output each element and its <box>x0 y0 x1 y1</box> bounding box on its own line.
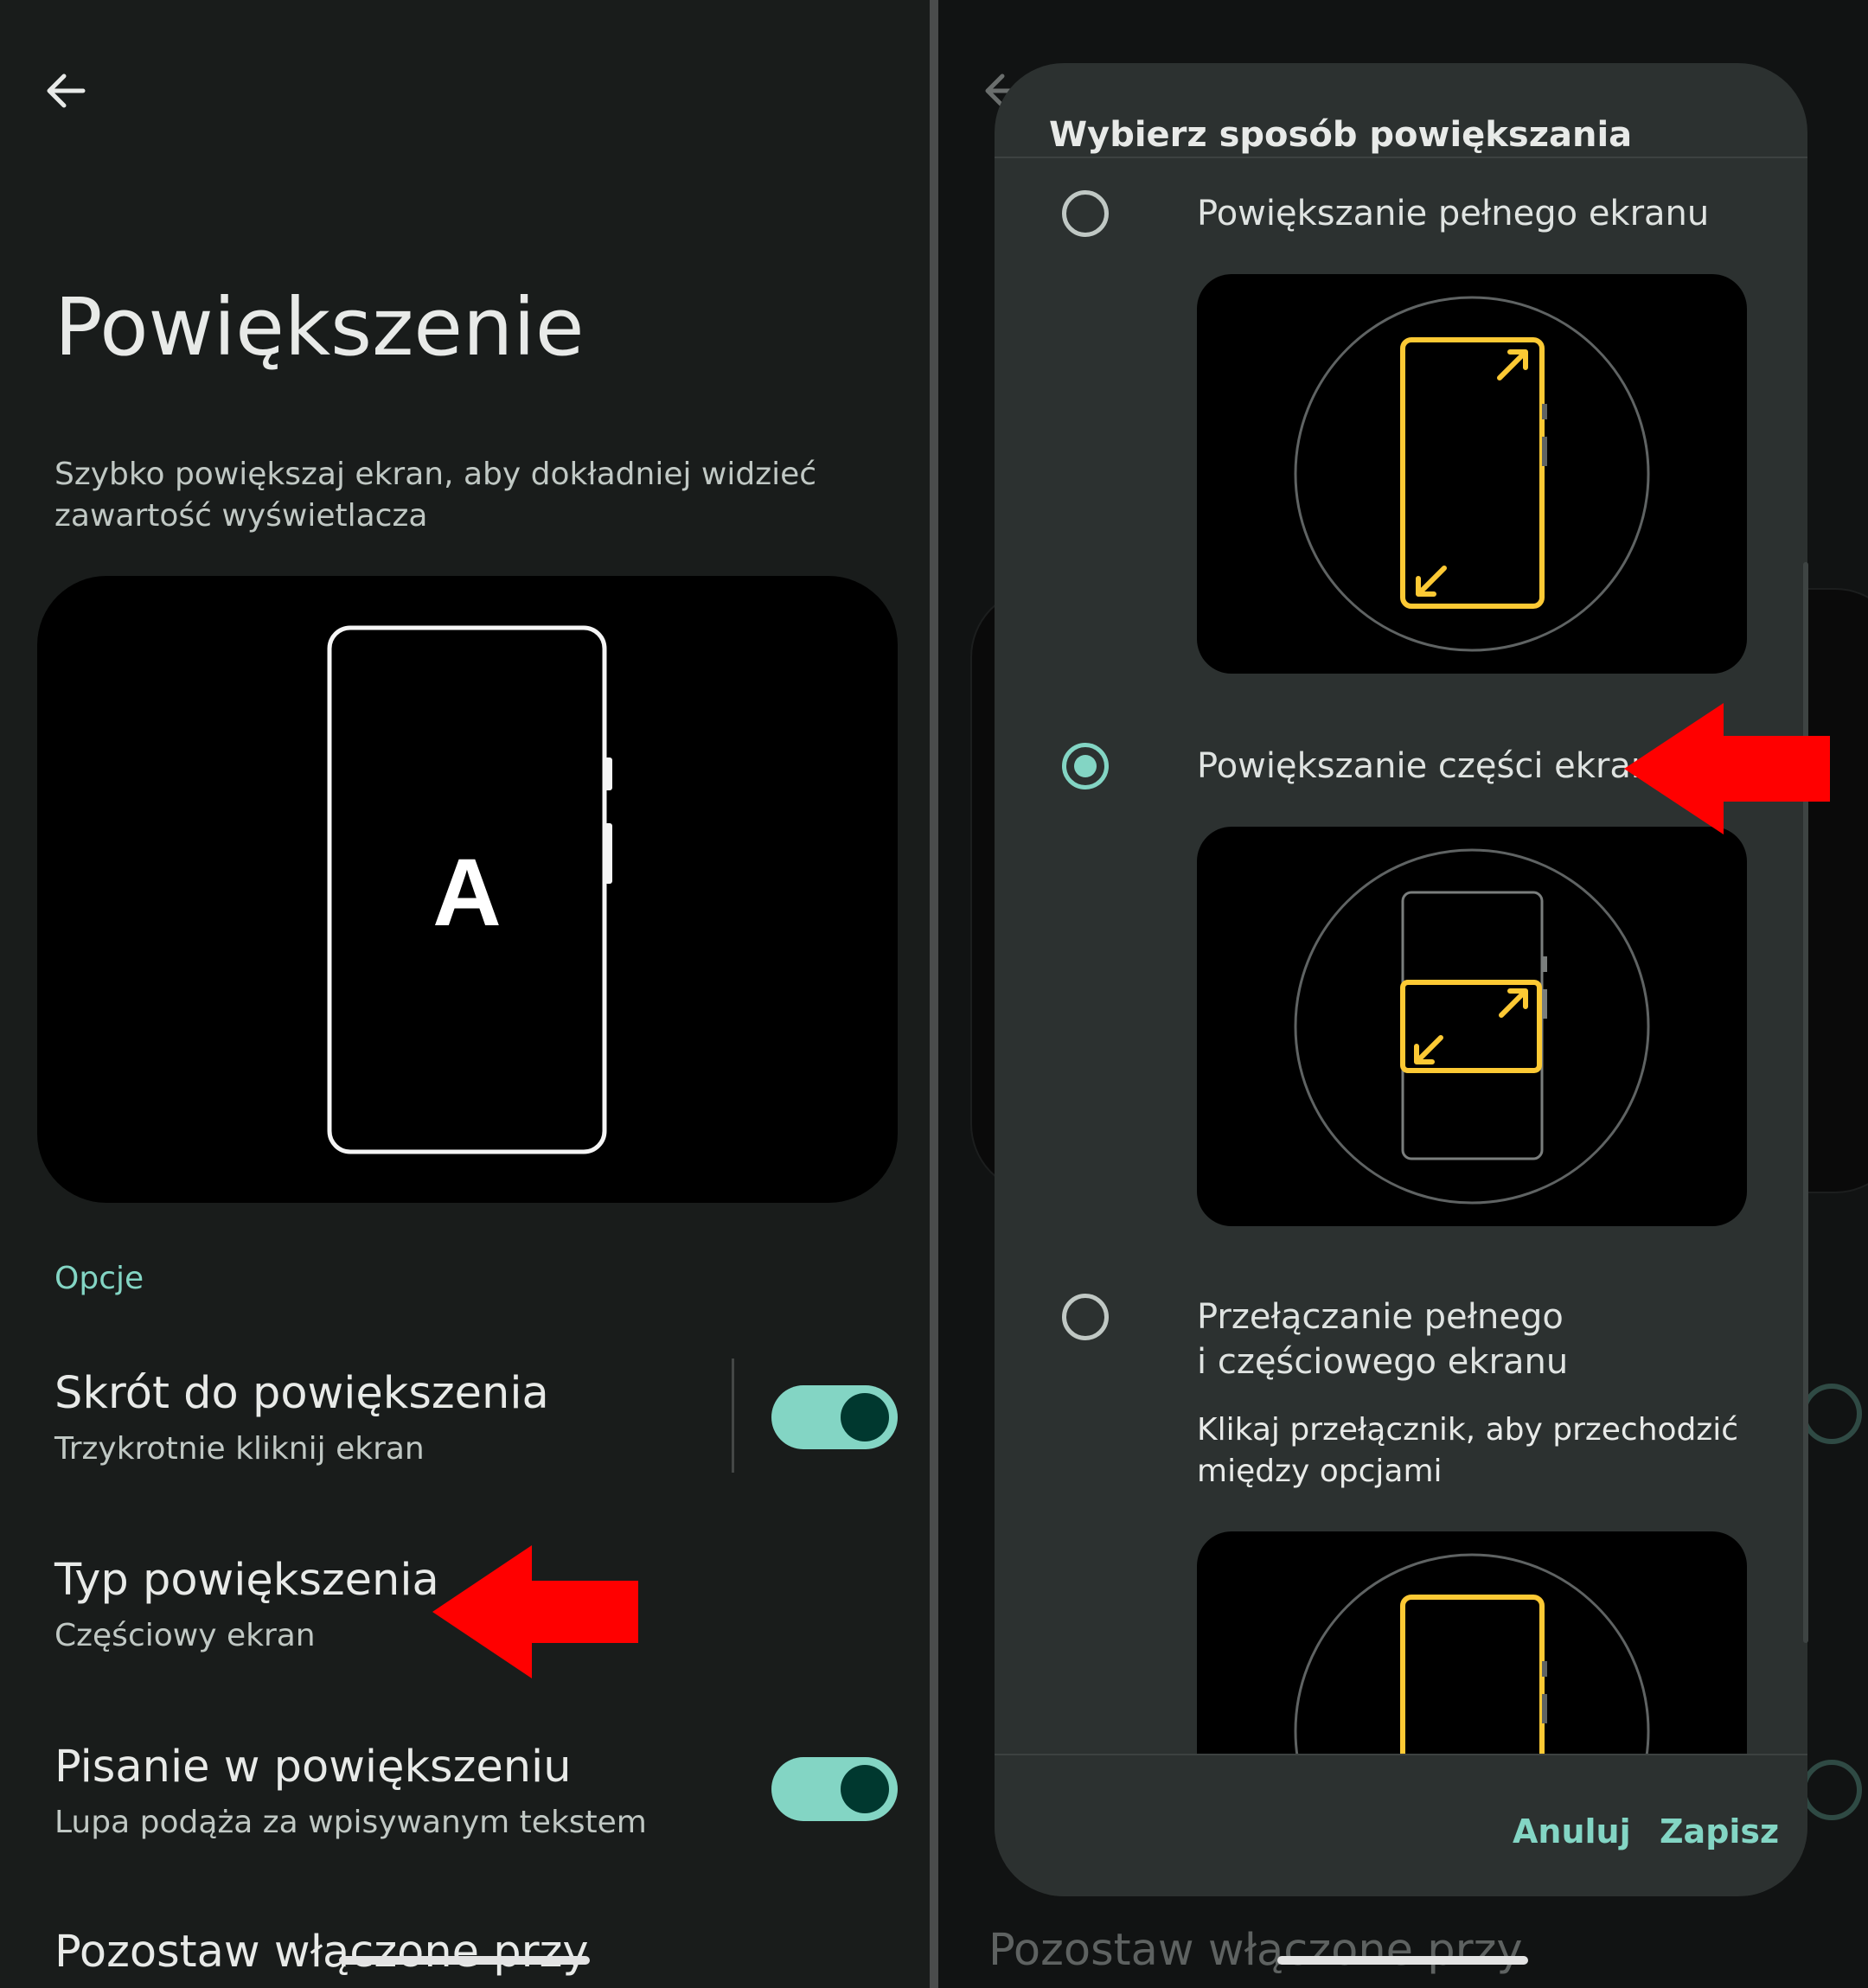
preview-letter: A <box>432 840 501 946</box>
right-dialog-screen: Pozostaw włączone przy Wybierz sposób po… <box>938 0 1868 1988</box>
setting-subtitle: Częściowy ekran <box>54 1618 316 1653</box>
partial-screen-illustration <box>1197 827 1747 1226</box>
phone-outline-icon: A <box>327 625 612 1154</box>
save-button[interactable]: Zapisz <box>1660 1812 1779 1851</box>
dimmed-toggle <box>1801 1384 1862 1444</box>
left-settings-screen: Powiększenie Szybko powiększaj ekran, ab… <box>0 0 930 1988</box>
dimmed-setting-keep-on: Pozostaw włączone przy <box>988 1925 1523 1976</box>
radio-button[interactable] <box>1062 190 1109 237</box>
red-arrow-annotation-icon <box>432 1545 638 1678</box>
setting-subtitle: Lupa podąża za wpisywanym tekstem <box>54 1805 647 1840</box>
typing-toggle[interactable] <box>771 1757 898 1821</box>
option-label: Powiększanie części ekranu <box>1197 746 1675 786</box>
dialog-title: Wybierz sposób powiększania <box>1049 115 1633 155</box>
red-arrow-annotation-icon <box>1624 703 1830 834</box>
setting-title: Typ powiększenia <box>54 1555 439 1606</box>
page-description: Szybko powiększaj ekran, aby dokładniej … <box>54 457 817 534</box>
dimmed-toggle <box>1801 1760 1862 1820</box>
cancel-button[interactable]: Anuluj <box>1513 1812 1631 1851</box>
navigation-handle[interactable] <box>339 1956 590 1965</box>
setting-keep-on[interactable]: Pozostaw włączone przy <box>54 1927 589 1978</box>
option-label-line1: Przełączanie pełnego <box>1197 1297 1564 1337</box>
section-header-options: Opcje <box>54 1261 144 1296</box>
option-label-line2: i częściowego ekranu <box>1197 1342 1569 1382</box>
radio-button-selected[interactable] <box>1062 743 1109 789</box>
back-arrow-icon[interactable] <box>43 69 86 112</box>
page-title: Powiększenie <box>54 281 585 374</box>
dialog-divider <box>995 1754 1807 1755</box>
magnification-type-dialog: Wybierz sposób powiększania Powiększanie… <box>995 63 1807 1896</box>
setting-title: Pisanie w powiększeniu <box>54 1742 572 1793</box>
shortcut-toggle[interactable] <box>771 1385 898 1449</box>
setting-title: Skrót do powiększenia <box>54 1368 549 1419</box>
divider <box>732 1358 734 1473</box>
radio-button[interactable] <box>1062 1294 1109 1340</box>
option-description: Klikaj przełącznik, aby przechodzić międ… <box>1197 1412 1739 1489</box>
full-screen-illustration <box>1197 274 1747 674</box>
option-label: Powiększanie pełnego ekranu <box>1197 194 1710 233</box>
setting-subtitle: Trzykrotnie kliknij ekran <box>54 1431 425 1467</box>
navigation-handle[interactable] <box>1277 1956 1528 1965</box>
magnification-preview: A <box>37 576 898 1203</box>
screenshot-divider <box>930 0 938 1988</box>
dialog-divider <box>995 157 1807 158</box>
